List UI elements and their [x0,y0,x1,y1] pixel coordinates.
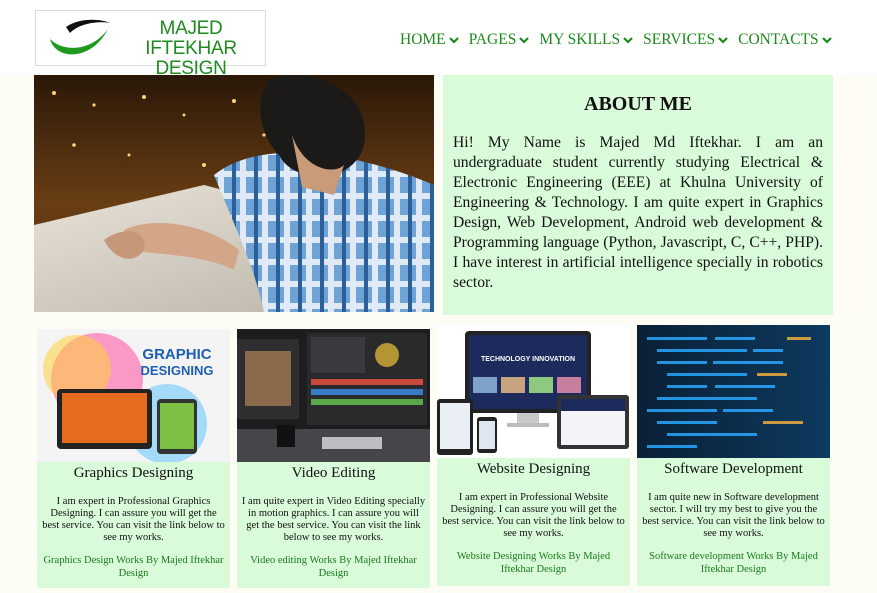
card-description: I am expert in Professional Website Desi… [442,492,625,539]
chevron-down-icon [519,37,530,44]
nav-services[interactable]: SERVICES [643,31,728,49]
card-title: Software Development [664,461,803,477]
chevron-down-icon [718,37,728,44]
graphics-thumbnail: GRAPHIC DESIGNING [37,329,230,462]
nav-pages[interactable]: PAGES [469,31,530,49]
chevron-down-icon [623,37,633,44]
about-text: Hi! My Name is Majed Md Iftekhar. I am a… [453,134,823,291]
software-works-link[interactable]: Software development Works By Majed Ifte… [641,550,826,576]
service-card-website: TECHNOLOGY INNOVATION Website Designing … [437,325,630,586]
software-dev-thumbnail [637,325,830,458]
swoosh-logo-icon [50,19,110,55]
card-title: Website Designing [476,461,591,477]
nav-services-label: SERVICES [643,31,716,48]
service-card-graphics: GRAPHIC DESIGNING Graphics Designing I a… [37,329,230,588]
nav-my-skills-label: MY SKILLS [539,31,621,48]
website-design-thumbnail: TECHNOLOGY INNOVATION [437,325,630,458]
profile-photo [34,75,434,312]
card-description: I am expert in Professional Graphics Des… [42,496,225,543]
graphic-designing-banner-line-1: GRAPHIC [142,346,211,363]
about-title: ABOUT ME [584,93,692,115]
nav-my-skills[interactable]: MY SKILLS [539,31,633,49]
nav-contacts[interactable]: CONTACTS [738,31,832,49]
site-header: MAJED IFTEKHAR DESIGN HOME PAGES MY SKIL… [0,0,877,79]
service-card-software: Software Development I am quite new in S… [637,325,830,586]
main-nav: HOME PAGES MY SKILLS SERVICES CONTACTS [400,31,832,49]
chevron-down-icon [821,37,832,44]
nav-home[interactable]: HOME [400,31,459,49]
service-card-video: Video Editing I am quite expert in Video… [237,329,430,588]
card-description: I am quite expert in Video Editing speci… [241,496,426,543]
graphic-designing-banner-line-2: DESIGNING [141,363,214,378]
logo-line-1: MAJED IFTEKHAR [145,18,237,59]
logo-text: MAJED IFTEKHAR DESIGN [116,19,266,79]
video-editing-thumbnail [237,329,430,462]
website-works-link[interactable]: Website Designing Works By Majed Iftekha… [441,550,626,576]
technology-innovation-banner: TECHNOLOGY INNOVATION [481,356,575,363]
video-works-link[interactable]: Video editing Works By Majed Iftekhar De… [241,554,426,580]
nav-pages-label: PAGES [468,31,517,48]
about-panel: ABOUT ME Hi! My Name is Majed Md Iftekha… [443,75,833,315]
site-logo[interactable]: MAJED IFTEKHAR DESIGN [35,10,266,79]
chevron-down-icon [448,37,459,44]
card-description: I am quite new in Software development s… [642,492,825,539]
graphics-works-link[interactable]: Graphics Design Works By Majed Iftekhar … [41,554,226,580]
nav-contacts-label: CONTACTS [738,31,819,48]
card-title: Video Editing [291,465,376,481]
nav-home-label: HOME [400,31,446,48]
card-title: Graphics Designing [73,465,194,481]
